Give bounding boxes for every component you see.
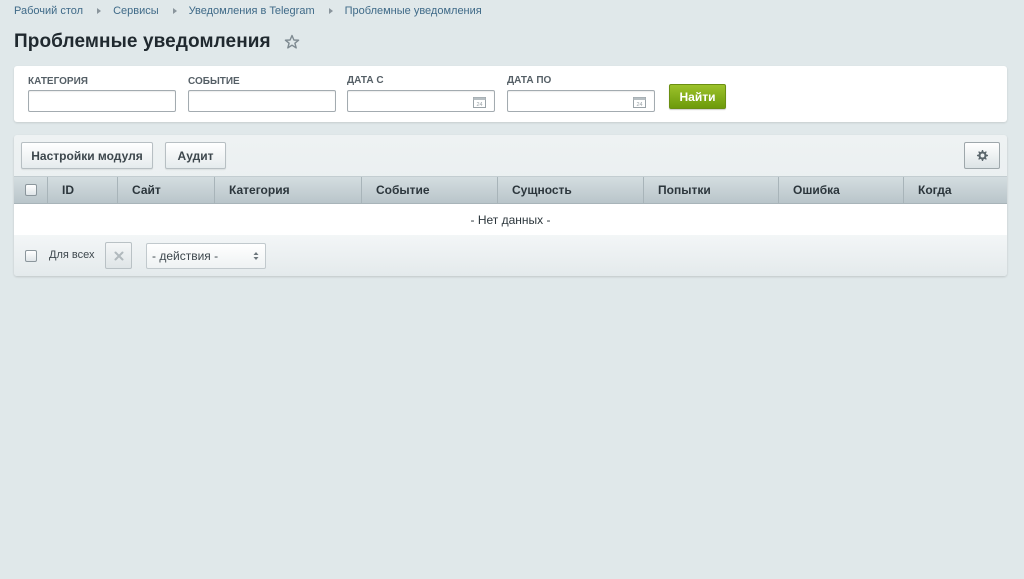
find-button[interactable]: Найти — [669, 84, 726, 109]
breadcrumb-separator-icon — [328, 8, 333, 14]
event-input[interactable] — [188, 90, 336, 112]
column-entity[interactable]: Сущность — [498, 177, 644, 203]
breadcrumb-current[interactable]: Проблемные уведомления — [345, 5, 482, 17]
for-all-checkbox[interactable] — [25, 250, 37, 262]
calendar-icon[interactable]: 24 — [633, 96, 646, 108]
empty-row: - Нет данных - — [14, 204, 1007, 235]
breadcrumb: Рабочий стол Сервисы Уведомления в Teleg… — [14, 5, 482, 17]
event-label: СОБЫТИЕ — [188, 76, 240, 87]
audit-button[interactable]: Аудит — [165, 142, 226, 169]
column-id[interactable]: ID — [48, 177, 118, 203]
header-select-all — [14, 177, 48, 203]
select-all-checkbox[interactable] — [24, 184, 37, 196]
breadcrumb-separator-icon — [97, 8, 102, 14]
page-title: Проблемные уведомления — [14, 31, 271, 52]
close-icon — [114, 251, 123, 260]
date-to-label: ДАТА ПО — [507, 75, 552, 86]
grid-header: ID Сайт Категория Событие Сущность Попыт… — [14, 176, 1007, 204]
for-all-label: Для всех — [49, 249, 95, 261]
grid-footer: Для всех - действия - — [14, 235, 1007, 276]
column-category[interactable]: Категория — [215, 177, 362, 203]
star-icon[interactable] — [284, 34, 300, 50]
breadcrumb-services[interactable]: Сервисы — [113, 5, 159, 17]
breadcrumb-desktop[interactable]: Рабочий стол — [14, 5, 83, 17]
actions-select[interactable]: - действия - — [146, 243, 266, 269]
gear-icon — [976, 149, 988, 162]
category-label: КАТЕГОРИЯ — [28, 76, 88, 87]
column-site[interactable]: Сайт — [118, 177, 215, 203]
grid-panel: Настройки модуля Аудит ID Сайт Категория… — [14, 135, 1007, 276]
grid-settings-button[interactable] — [964, 142, 1000, 169]
module-settings-button[interactable]: Настройки модуля — [21, 142, 153, 169]
calendar-icon[interactable]: 24 — [473, 96, 486, 108]
category-input[interactable] — [28, 90, 176, 112]
calendar-day-text: 24 — [636, 102, 642, 108]
delete-button[interactable] — [105, 242, 132, 269]
calendar-day-text: 24 — [476, 102, 482, 108]
breadcrumb-telegram-notifications[interactable]: Уведомления в Telegram — [189, 5, 315, 17]
column-attempts[interactable]: Попытки — [644, 177, 779, 203]
date-from-label: ДАТА С — [347, 75, 384, 86]
select-arrows-icon — [253, 252, 259, 260]
breadcrumb-separator-icon — [172, 8, 177, 14]
filter-panel: КАТЕГОРИЯ СОБЫТИЕ ДАТА С 24 ДАТА ПО 24 Н… — [14, 66, 1007, 122]
column-error[interactable]: Ошибка — [779, 177, 904, 203]
column-event[interactable]: Событие — [362, 177, 498, 203]
column-when[interactable]: Когда — [904, 177, 1007, 203]
actions-select-value: - действия - — [152, 249, 219, 263]
